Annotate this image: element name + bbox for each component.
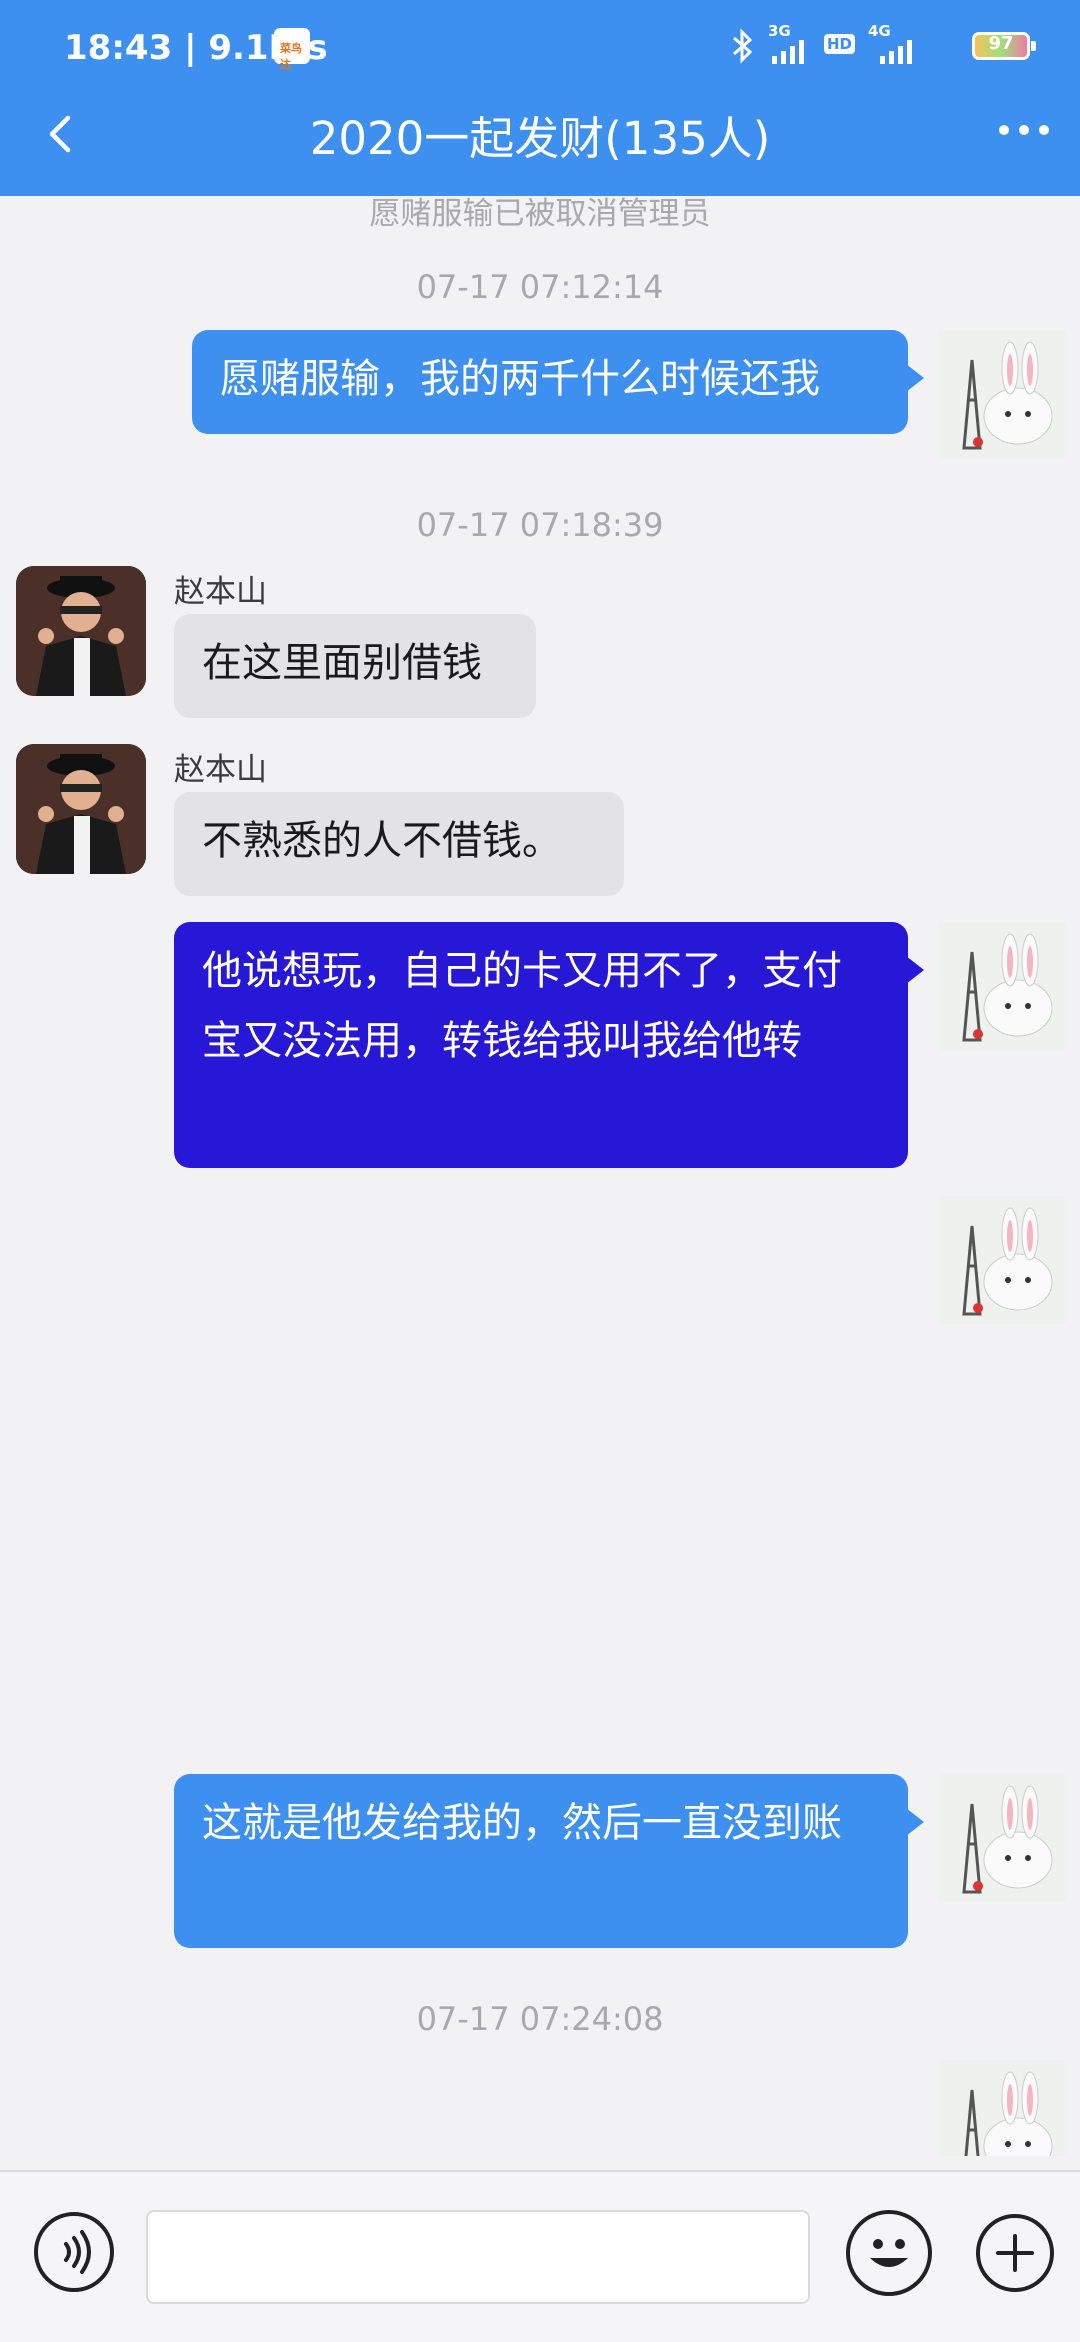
bluetooth-icon <box>733 28 753 64</box>
rabbit-avatar-icon <box>938 330 1066 458</box>
battery-level: 97 <box>988 33 1014 54</box>
nav-bar: 2020一起发财(135人) <box>0 96 1080 196</box>
input-bar <box>0 2170 1080 2342</box>
rabbit-avatar-icon <box>938 1774 1066 1902</box>
timestamp: 07-17 07:24:08 <box>416 2000 664 2038</box>
person-avatar-icon <box>16 744 146 874</box>
rabbit-avatar-icon <box>938 1196 1066 1324</box>
message-bubble-outgoing[interactable]: 这就是他发给我的，然后一直没到账 <box>174 1774 924 1948</box>
emoji-button[interactable] <box>846 2210 932 2296</box>
person-avatar-icon <box>16 566 146 696</box>
avatar-self[interactable] <box>938 922 1066 1050</box>
smiley-icon <box>870 2239 908 2267</box>
timestamp: 07-17 07:12:14 <box>416 268 664 306</box>
image-message-placeholder[interactable] <box>300 1196 900 1736</box>
chat-title: 2020一起发财(135人) <box>309 112 771 165</box>
status-icons: 3G HD 4G 97 <box>730 22 1036 68</box>
avatar-zhao-benshan[interactable] <box>16 744 146 874</box>
message-input[interactable] <box>146 2210 810 2304</box>
avatar-self[interactable] <box>938 2060 1066 2156</box>
hd-icon: HD <box>824 34 856 54</box>
sender-name: 赵本山 <box>174 574 267 610</box>
sender-name: 赵本山 <box>174 752 267 788</box>
more-functions-button[interactable] <box>976 2214 1054 2292</box>
plus-icon <box>996 2234 1034 2272</box>
message-bubble-incoming[interactable]: 不熟悉的人不借钱。 <box>174 792 624 896</box>
message-bubble-outgoing-selected[interactable]: 他说想玩，自己的卡又用不了，支付宝又没法用，转钱给我叫我给他转 <box>174 922 924 1168</box>
app-badge-icon: 菜鸟达 <box>274 28 310 71</box>
avatar-self[interactable] <box>938 330 1066 458</box>
timestamp: 07-17 07:18:39 <box>416 506 664 544</box>
voice-input-button[interactable] <box>34 2212 114 2292</box>
avatar-zhao-benshan[interactable] <box>16 566 146 696</box>
header: 18:43 | 9.1K/s 菜鸟达 3G HD 4G 97 2020一起发财(… <box>0 0 1080 196</box>
system-note: 愿赌服输已被取消管理员 <box>369 196 711 232</box>
signal-icon <box>772 40 804 64</box>
rabbit-avatar-icon <box>938 922 1066 1050</box>
rabbit-avatar-icon <box>938 2060 1066 2156</box>
avatar-self[interactable] <box>938 1774 1066 1902</box>
app-badge-text: 菜鸟达 <box>280 42 302 71</box>
message-bubble-outgoing[interactable]: 愿赌服输，我的两千什么时候还我 <box>192 330 924 434</box>
signal-icon-2 <box>880 40 912 64</box>
voice-icon <box>64 2230 91 2274</box>
message-bubble-incoming[interactable]: 在这里面别借钱 <box>174 614 536 718</box>
status-bar: 18:43 | 9.1K/s 菜鸟达 3G HD 4G 97 <box>0 0 1080 92</box>
battery-icon: 97 <box>972 32 1036 60</box>
more-options-icon[interactable] <box>994 110 1054 150</box>
avatar-self[interactable] <box>938 1196 1066 1324</box>
